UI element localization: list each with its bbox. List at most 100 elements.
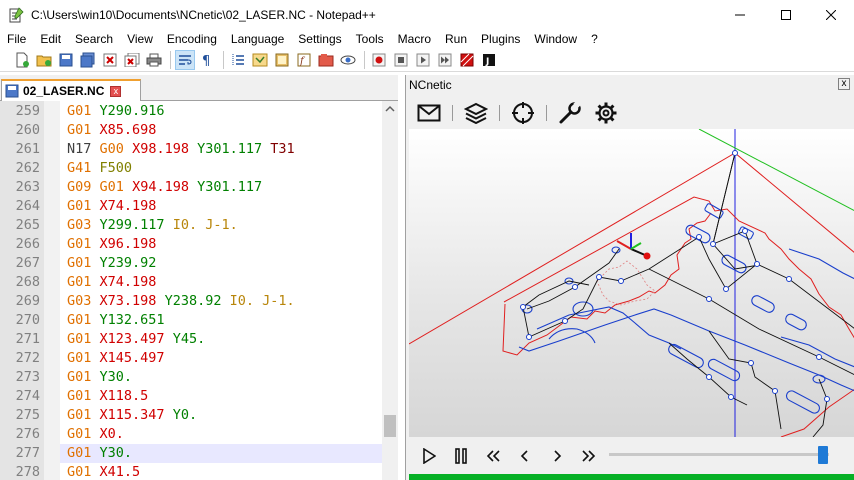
code-line[interactable]: 267 G01 Y239.92 <box>16 254 398 273</box>
code-text: G01 Y132.651 <box>67 311 165 330</box>
print-button[interactable] <box>144 50 164 70</box>
tab-close-button[interactable]: x <box>110 85 122 97</box>
playback-controls <box>409 438 854 474</box>
tools-button[interactable] <box>556 99 584 127</box>
minimize-button[interactable] <box>717 0 763 29</box>
ncnetic-close-button[interactable]: x <box>838 78 850 90</box>
code-line[interactable]: 268 G01 X74.198 <box>16 273 398 292</box>
menu-view[interactable]: View <box>120 32 160 46</box>
code-line[interactable]: 277 G01 Y30. <box>16 444 398 463</box>
menu-file[interactable]: File <box>0 32 33 46</box>
ncnetic-title: NCnetic <box>409 78 452 92</box>
code-editor[interactable]: 259 G01 Y290.916 260 G01 X85.698 261 N17 G00 … <box>0 101 398 480</box>
stop-icon <box>394 53 408 66</box>
menu-search[interactable]: Search <box>68 32 120 46</box>
code-line[interactable]: 272 G01 X145.497 <box>16 349 398 368</box>
code-line[interactable]: 276 G01 X0. <box>16 425 398 444</box>
code-line[interactable]: 263 G09 G01 X94.198 Y301.117 <box>16 178 398 197</box>
code-line[interactable]: 265 G03 Y299.117 I0. J-1. <box>16 216 398 235</box>
code-line[interactable]: 275 G01 X115.347 Y0. <box>16 406 398 425</box>
origin-button[interactable] <box>509 99 537 127</box>
hatched-icon <box>460 53 474 66</box>
menu-language[interactable]: Language <box>224 32 291 46</box>
play-macro-button[interactable] <box>413 50 433 70</box>
indent-guide-button[interactable] <box>228 50 248 70</box>
menu-run[interactable]: Run <box>438 32 474 46</box>
settings-button[interactable] <box>592 99 620 127</box>
code-token: G01 <box>67 464 92 480</box>
run-macro-multiple-button[interactable] <box>457 50 477 70</box>
toolpath-3d-viewport[interactable] <box>409 129 854 437</box>
layers-button[interactable] <box>462 99 490 127</box>
close-button[interactable] <box>808 0 854 29</box>
menu-plugins[interactable]: Plugins <box>474 32 527 46</box>
tab-02-laser-nc[interactable]: 02_LASER.NC x <box>1 79 141 101</box>
fast-forward-button[interactable] <box>573 442 605 470</box>
menu-window[interactable]: Window <box>527 32 584 46</box>
close-file-button[interactable] <box>100 50 120 70</box>
menu-tools[interactable]: Tools <box>349 32 391 46</box>
play-multiple-button[interactable] <box>435 50 455 70</box>
show-all-chars-button[interactable]: ¶ <box>197 50 217 70</box>
save-button[interactable] <box>56 50 76 70</box>
user-language-icon <box>252 53 268 66</box>
menu-help[interactable]: ? <box>584 32 605 46</box>
play-button[interactable] <box>413 442 445 470</box>
fast-rewind-button[interactable] <box>477 442 509 470</box>
word-wrap-icon <box>179 54 192 65</box>
code-line[interactable]: 266 G01 X96.198 <box>16 235 398 254</box>
toolbar-separator <box>223 50 224 69</box>
vertical-scrollbar[interactable] <box>382 101 398 480</box>
menu-macro[interactable]: Macro <box>391 32 438 46</box>
code-text: G01 X74.198 <box>67 197 156 216</box>
code-area[interactable]: 259 G01 Y290.916 260 G01 X85.698 261 N17 G00 … <box>16 101 398 480</box>
open-file-button[interactable] <box>34 50 54 70</box>
line-number: 278 <box>15 464 40 480</box>
menu-encoding[interactable]: Encoding <box>160 32 224 46</box>
slider-thumb[interactable] <box>818 446 828 464</box>
folder-workspace-button[interactable] <box>316 50 336 70</box>
code-line[interactable]: 278 G01 X41.5 <box>16 463 398 480</box>
scroll-up-icon[interactable] <box>382 103 398 115</box>
user-language-button[interactable] <box>250 50 270 70</box>
save-all-button[interactable] <box>78 50 98 70</box>
code-line[interactable]: 260 G01 X85.698 <box>16 121 398 140</box>
code-text: G01 X123.497 Y45. <box>67 330 205 349</box>
pause-button[interactable] <box>445 442 477 470</box>
code-line[interactable]: 261 N17 G00 X98.198 Y301.117 T31 <box>16 140 398 159</box>
mail-button[interactable] <box>415 99 443 127</box>
record-icon <box>372 53 386 66</box>
scrollbar-thumb[interactable] <box>384 415 396 437</box>
code-line[interactable]: 262 G41 F500 <box>16 159 398 178</box>
code-line[interactable]: 259 G01 Y290.916 <box>16 102 398 121</box>
document-map-button[interactable] <box>272 50 292 70</box>
code-line[interactable]: 269 G03 X73.198 Y238.92 I0. J-1. <box>16 292 398 311</box>
word-wrap-button[interactable] <box>175 49 195 70</box>
new-file-button[interactable] <box>12 50 32 70</box>
playback-slider[interactable] <box>609 446 849 466</box>
close-all-button[interactable] <box>122 50 142 70</box>
menu-edit[interactable]: Edit <box>33 32 68 46</box>
ncnetic-separator <box>546 104 547 121</box>
menu-settings[interactable]: Settings <box>291 32 348 46</box>
code-line[interactable]: 274 G01 X118.5 <box>16 387 398 406</box>
wrench-icon <box>559 100 581 123</box>
stop-record-button[interactable] <box>391 50 411 70</box>
maximize-button[interactable] <box>763 0 809 29</box>
code-line[interactable]: 264 G01 X74.198 <box>16 197 398 216</box>
function-list-button[interactable]: f <box>294 50 314 70</box>
save-macro-button[interactable]: J <box>479 50 499 70</box>
code-line[interactable]: 271 G01 X123.497 Y45. <box>16 330 398 349</box>
window-title: C:\Users\win10\Documents\NCnetic\02_LASE… <box>31 7 376 22</box>
code-line[interactable]: 270 G01 Y132.651 <box>16 311 398 330</box>
record-macro-button[interactable] <box>369 50 389 70</box>
monitoring-button[interactable] <box>338 50 358 70</box>
code-token: G03 <box>67 217 92 233</box>
step-back-button[interactable] <box>509 442 541 470</box>
code-line[interactable]: 273 G01 Y30. <box>16 368 398 387</box>
step-forward-button[interactable] <box>541 442 573 470</box>
